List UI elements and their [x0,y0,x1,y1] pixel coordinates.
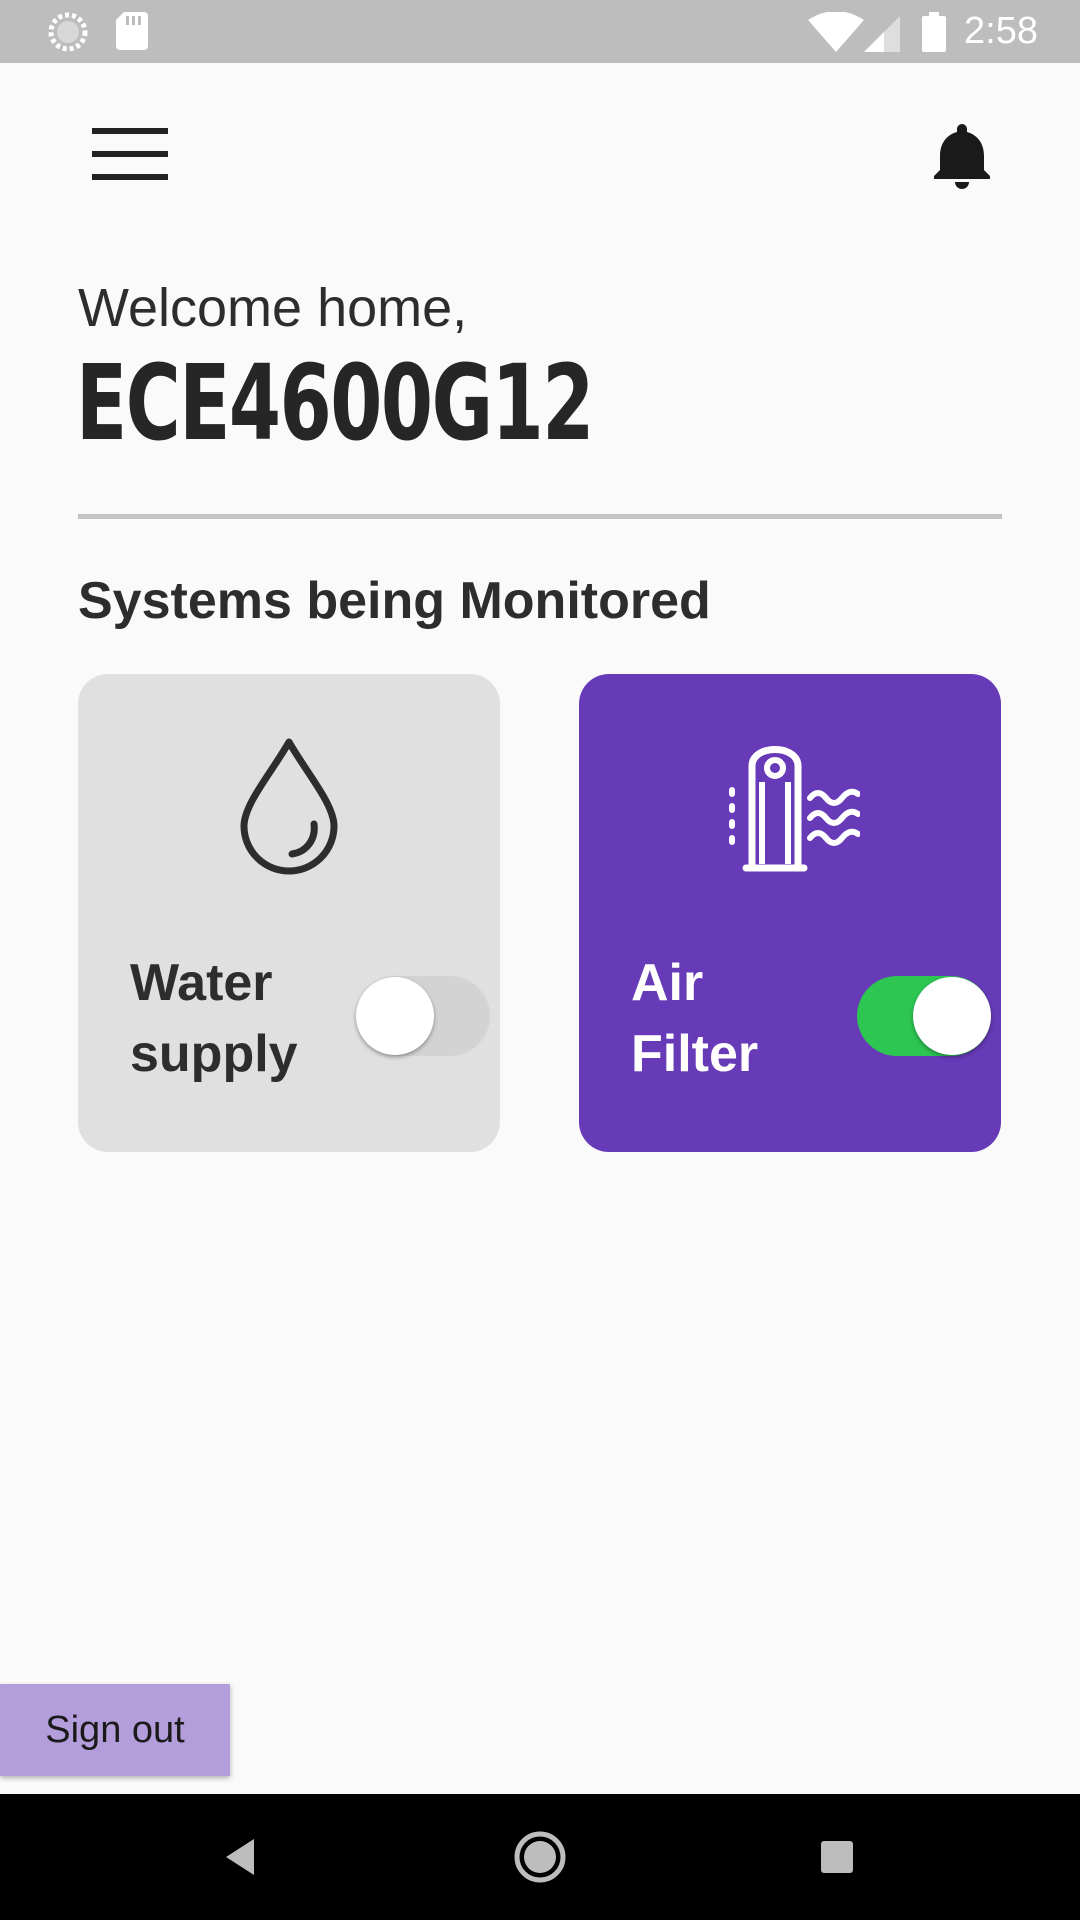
toggle-knob [913,977,991,1055]
section-title: Systems being Monitored [78,572,711,630]
water-supply-toggle[interactable] [356,974,490,1058]
recents-icon[interactable] [777,1794,897,1920]
air-purifier-icon [720,736,861,881]
cellular-signal-icon [864,12,904,57]
toggle-knob [356,977,434,1055]
username-title: ECE4600G12 [76,342,594,464]
status-bar: 2:58 [0,0,1080,63]
navigation-bar [0,1794,1080,1920]
water-supply-card[interactable]: Water supply [78,674,500,1152]
sign-out-button[interactable]: Sign out [0,1684,230,1776]
back-icon[interactable] [180,1794,300,1920]
sd-card-icon [116,12,148,55]
air-filter-card[interactable]: Air Filter [579,674,1001,1152]
welcome-greeting: Welcome home, [78,278,468,338]
water-supply-label: Water supply [130,954,298,1083]
wifi-icon [808,11,864,57]
hamburger-menu-icon[interactable] [88,124,172,184]
battery-icon [922,12,946,57]
app-screen: 2:58 Welcome home, ECE4600G12 Systems be… [0,0,1080,1920]
water-drop-icon [234,736,344,881]
sync-icon [48,12,88,57]
air-filter-toggle[interactable] [857,974,991,1058]
divider [78,514,1002,519]
air-filter-label: Air Filter [631,954,759,1083]
status-time: 2:58 [964,10,1038,52]
bell-icon[interactable] [930,120,994,192]
home-icon[interactable] [480,1794,600,1920]
